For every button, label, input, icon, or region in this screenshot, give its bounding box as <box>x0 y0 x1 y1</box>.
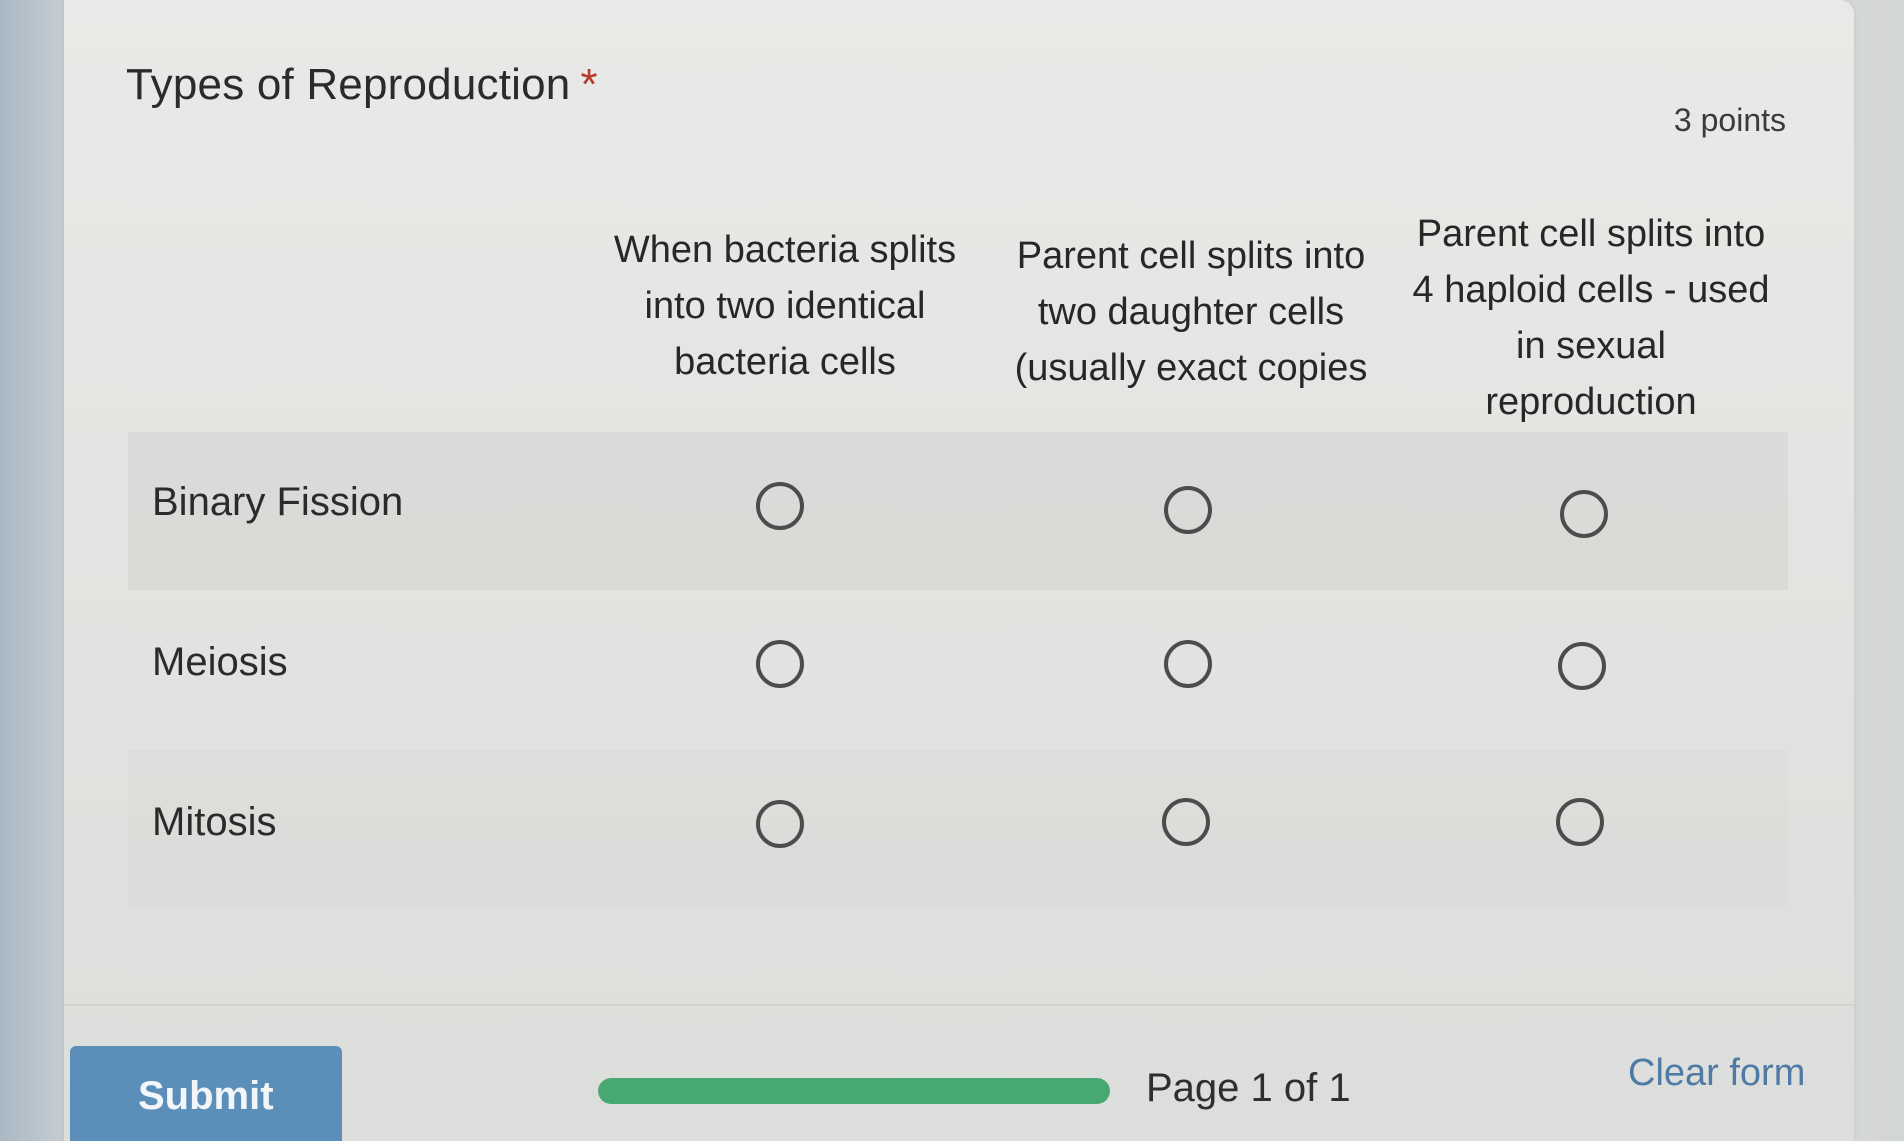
column-header-3: Parent cell splits into 4 haploid cells … <box>1396 206 1786 430</box>
page-indicator: Page 1 of 1 <box>1146 1066 1351 1110</box>
column-header-3-line: Parent cell splits into <box>1416 213 1766 255</box>
column-header-2-line: (usually exact copies <box>1014 347 1368 389</box>
points-label: 3 points <box>1673 102 1786 138</box>
column-header-2-line: Parent cell splits into <box>1016 235 1366 277</box>
column-header-2-line: two daughter cells <box>1037 291 1345 333</box>
progress-bar <box>598 1078 1110 1104</box>
radio-binary-fission-col3[interactable] <box>1560 490 1608 538</box>
radio-mitosis-col2[interactable] <box>1162 798 1210 846</box>
column-header-3-line: in sexual <box>1516 325 1666 367</box>
column-header-2: Parent cell splits into two daughter cel… <box>996 228 1386 396</box>
column-header-1-line: bacteria cells <box>674 341 896 383</box>
column-header-3-line: 4 haploid cells - used <box>1412 269 1770 311</box>
grid-row-mitosis: Mitosis <box>128 750 1788 908</box>
question-title-text: Types of Reproduction <box>126 60 571 109</box>
column-header-1-line: into two identical <box>644 285 926 327</box>
column-header-3-line: reproduction <box>1485 381 1697 423</box>
column-header-1: When bacteria splits into two identical … <box>590 222 980 390</box>
column-header-1-line: When bacteria splits <box>613 229 957 271</box>
submit-button[interactable]: Submit <box>70 1046 342 1141</box>
grid-row-binary-fission: Binary Fission <box>128 432 1788 590</box>
radio-mitosis-col1[interactable] <box>756 800 804 848</box>
row-label-binary-fission: Binary Fission <box>152 480 404 524</box>
question-title: Types of Reproduction * <box>126 60 598 110</box>
required-asterisk: * <box>580 60 598 109</box>
radio-mitosis-col3[interactable] <box>1556 798 1604 846</box>
radio-meiosis-col3[interactable] <box>1558 642 1606 690</box>
card-divider <box>64 1004 1854 1006</box>
radio-binary-fission-col1[interactable] <box>756 482 804 530</box>
progress-bar-fill <box>598 1078 1110 1104</box>
row-label-mitosis: Mitosis <box>152 800 277 844</box>
grid-row-meiosis: Meiosis <box>128 590 1788 750</box>
radio-binary-fission-col2[interactable] <box>1164 486 1212 534</box>
clear-form-link[interactable]: Clear form <box>1628 1052 1805 1095</box>
radio-meiosis-col2[interactable] <box>1164 640 1212 688</box>
row-label-meiosis: Meiosis <box>152 640 288 684</box>
radio-meiosis-col1[interactable] <box>756 640 804 688</box>
